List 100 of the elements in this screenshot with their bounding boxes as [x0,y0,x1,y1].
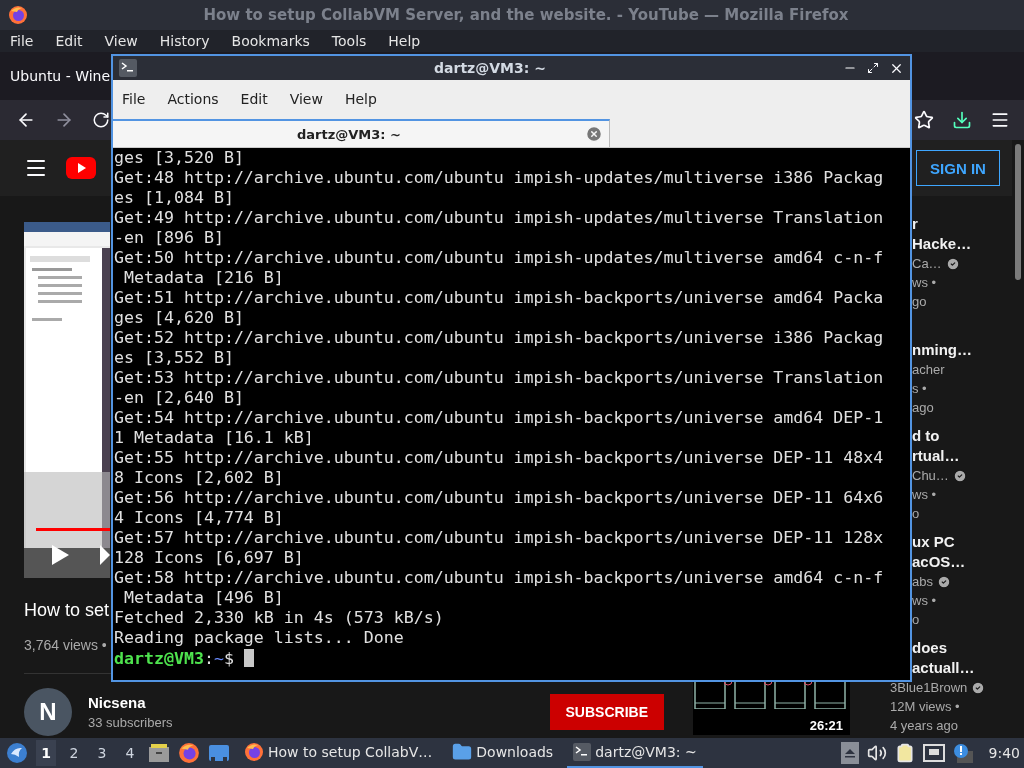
tab-title: dartz@VM3: ~ [296,126,402,142]
scrollbar-thumb[interactable] [1015,144,1021,280]
download-icon[interactable] [952,110,972,130]
terminal-line: es [1,084 B] [114,188,235,208]
menu-item[interactable]: Help [388,33,421,49]
upload-age: ago [912,399,934,417]
star-icon[interactable] [914,110,934,130]
menu-item[interactable]: Actions [167,90,219,107]
terminal-line: 4 Icons [4,774 B] [114,508,285,528]
view-count: ws • [912,592,937,610]
video-title[interactable]: actuall… [912,658,975,678]
video-title[interactable]: ux PC [912,532,955,552]
video-title[interactable]: Hacke… [912,234,972,254]
terminal-line: 128 Icons [6,697 B] [114,548,305,568]
view-count: 3,764 views • [24,637,107,653]
notification-icon[interactable] [952,743,973,763]
clock: 9:40 [988,745,1020,761]
subscribe-button[interactable]: SUBSCRIBE [549,694,664,730]
network-icon[interactable] [922,744,945,762]
menu-icon[interactable] [990,110,1010,130]
video-title[interactable]: r [912,214,918,234]
terminal-line: Get:53 http://archive.ubuntu.com/ubuntu impish-backports/universe Translation [114,368,885,388]
terminal-line: Get:52 http://archive.ubuntu.com/ubuntu impish-backports/universe i386 Packag [114,328,885,348]
start-menu-icon[interactable] [6,742,28,764]
view-count: s • [912,380,927,398]
view-count: ws • [912,274,937,292]
sign-in-button[interactable]: SIGN IN [916,150,1000,186]
video-title[interactable]: does [912,638,947,658]
channel-name: acher [912,361,945,379]
workspace-button[interactable]: 4 [120,740,140,766]
terminal-tab[interactable]: dartz@VM3: ~ [113,119,610,147]
firefox-icon [244,742,264,762]
terminal-line: Get:50 http://archive.ubuntu.com/ubuntu impish-updates/multiverse amd64 c-n-f [114,248,885,268]
maximize-icon[interactable] [867,62,879,74]
eject-icon[interactable] [840,742,859,764]
firefox-icon [8,5,28,25]
reload-icon[interactable] [92,111,110,129]
channel-name: 3Blue1Brown [890,679,968,697]
workspace-button[interactable]: 3 [92,740,112,766]
channel-name[interactable]: Nicsena [88,694,173,711]
video-title[interactable]: nming… [912,340,972,360]
file-cabinet-icon[interactable] [148,743,170,763]
menu-item[interactable]: File [122,90,146,107]
taskbar-task[interactable]: Downloads [446,738,560,768]
terminal-line: Get:49 http://archive.ubuntu.com/ubuntu impish-updates/multiverse Translation [114,208,885,228]
terminal-line: Get:57 http://archive.ubuntu.com/ubuntu impish-backports/universe DEP-11 128x [114,528,885,548]
terminal-line: Get:54 http://archive.ubuntu.com/ubuntu impish-backports/universe amd64 DEP-1 [114,408,885,428]
window-title: How to setup CollabVM Server, and the website. - YouTube — Mozilla Firefox [202,6,850,24]
terminal-line: 1 Metadata [16.1 kB] [114,428,315,448]
upload-age: 4 years ago [890,717,958,735]
prompt-user: dartz@VM3 [114,648,204,668]
text-cursor [243,649,254,667]
terminal-line: ges [4,620 B] [114,308,245,328]
video-title: How to set [24,600,110,621]
folder-icon [452,742,473,762]
menu-item[interactable]: Tools [331,33,367,49]
browser-tab[interactable]: Ubuntu - Wine [10,68,111,84]
workspace-button[interactable]: 2 [64,740,84,766]
subscriber-count: 33 subscribers [88,715,173,730]
terminal-line: Get:51 http://archive.ubuntu.com/ubuntu impish-backports/universe amd64 Packa [114,288,885,308]
terminal-icon [119,59,137,77]
terminal-line: es [3,552 B] [114,348,235,368]
video-title[interactable]: d to [912,426,940,446]
terminal-line: Reading package lists... Done [114,628,405,648]
video-title[interactable]: rtual… [912,446,960,466]
volume-icon[interactable] [866,743,887,763]
channel-name: Ca… [912,255,942,273]
channel-name: abs [912,573,933,591]
menu-item[interactable]: History [159,33,210,49]
firefox-icon[interactable] [178,742,200,764]
prompt-path: ~ [213,648,224,668]
upload-age: o [912,505,920,523]
video-title[interactable]: acOS… [912,552,966,572]
terminal-line: Get:48 http://archive.ubuntu.com/ubuntu impish-updates/multiverse i386 Packag [114,168,885,188]
play-logo-icon [66,157,96,179]
workspace-button[interactable]: 1 [36,740,56,766]
menu-item[interactable]: View [289,90,323,107]
terminal-line: 8 Icons [2,602 B] [114,468,285,488]
terminal-line: Get:58 http://archive.ubuntu.com/ubuntu impish-backports/universe amd64 c-n-f [114,568,885,588]
upload-age: go [912,293,927,311]
menu-item[interactable]: Edit [240,90,268,107]
play-icon[interactable] [50,544,70,566]
menu-item[interactable]: Help [344,90,377,107]
window-icon[interactable] [208,743,230,763]
channel-avatar[interactable]: N [24,688,72,736]
menu-item[interactable]: Bookmarks [231,33,310,49]
taskbar-task[interactable]: dartz@VM3: ~ [567,738,703,768]
terminal-line: Fetched 2,330 kB in 4s (573 kB/s) [114,608,445,628]
upload-age: o [912,611,920,629]
terminal-line: ges [3,520 B] [114,148,245,168]
prompt-symbol: $ [223,648,234,668]
terminal-icon [573,743,592,761]
menu-item[interactable]: Edit [55,33,83,49]
menu-item[interactable]: View [104,33,138,49]
taskbar-task[interactable]: How to setup CollabV… [238,738,439,768]
terminal-line: -en [2,640 B] [114,388,245,408]
prompt-separator: : [203,648,214,668]
menu-item[interactable]: File [10,33,34,49]
view-count: ws • [912,486,937,504]
view-count: 12M views • [890,698,960,716]
